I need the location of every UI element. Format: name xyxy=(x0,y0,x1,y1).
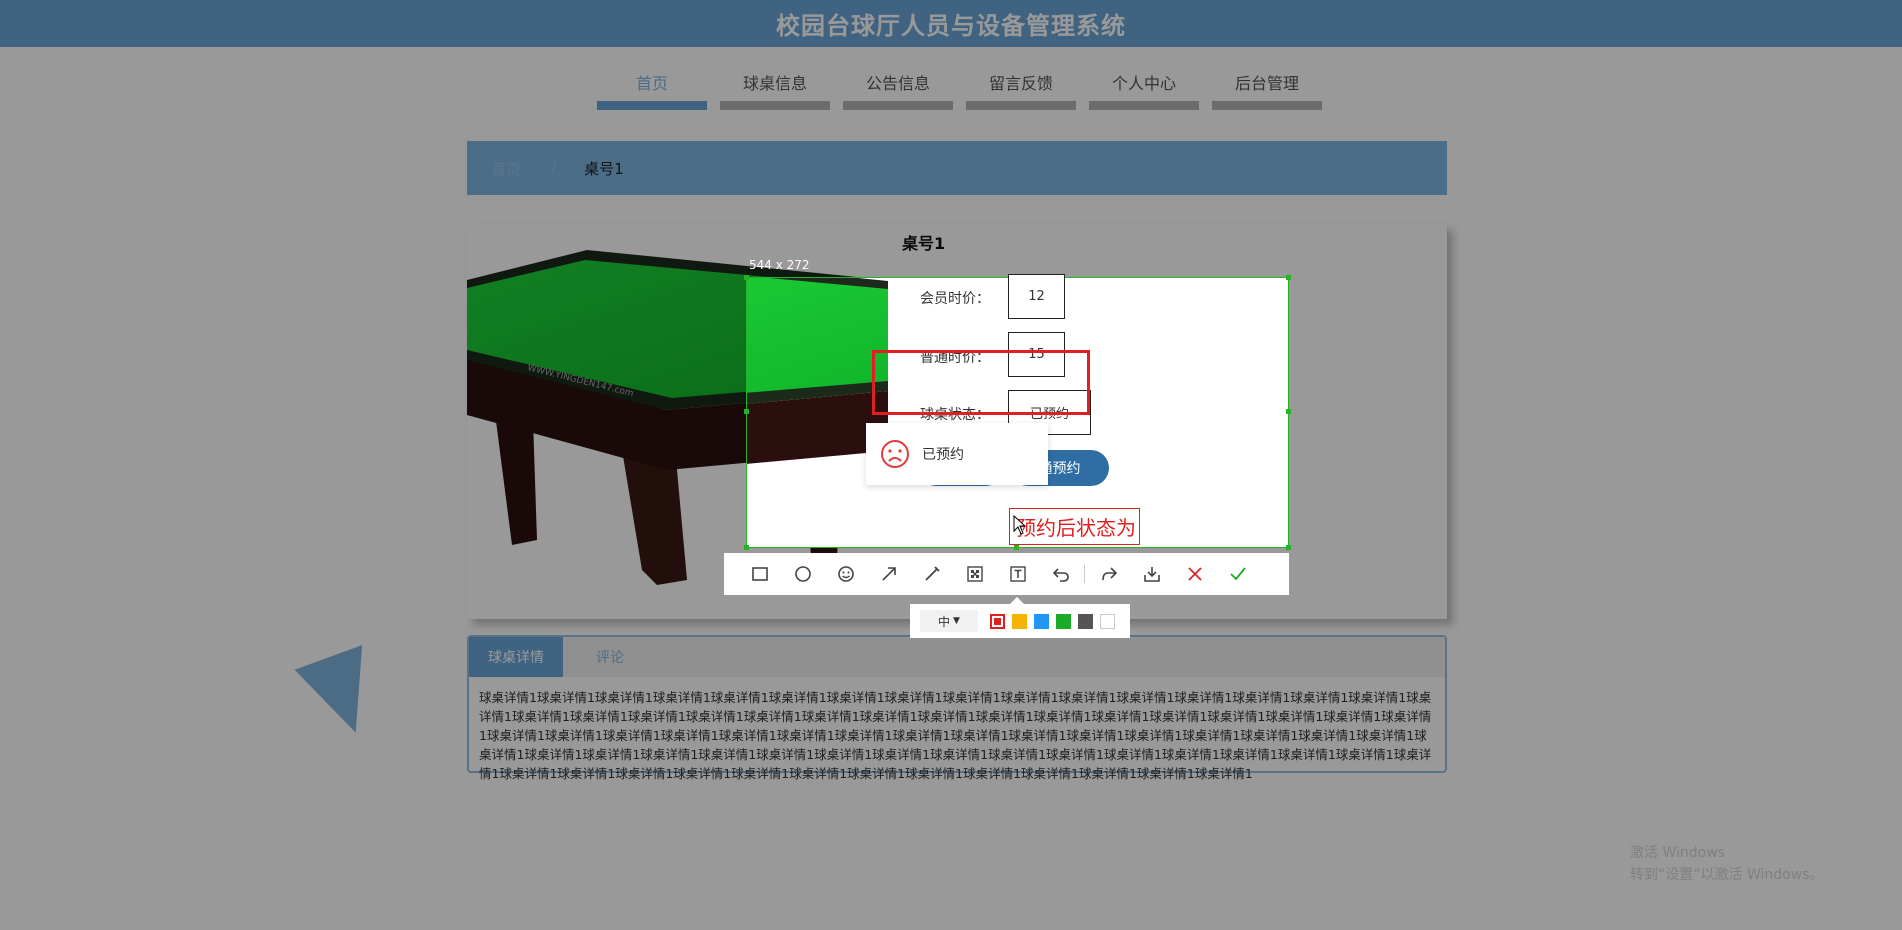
nav-item-admin[interactable]: 后台管理 xyxy=(1212,58,1322,110)
undo-icon xyxy=(1052,568,1069,582)
mouse-cursor-icon xyxy=(1013,515,1027,535)
pen-icon xyxy=(924,566,940,581)
rectangle-tool[interactable] xyxy=(738,553,781,595)
ellipse-tool[interactable] xyxy=(781,553,824,595)
confirm-tool[interactable] xyxy=(1216,553,1259,595)
capture-handle-tl[interactable] xyxy=(744,275,749,280)
details-text: 球桌详情1球桌详情1球桌详情1球桌详情1球桌详情1球桌详情1球桌详情1球桌详情1… xyxy=(479,690,1432,781)
font-size-select[interactable]: 中 ▼ xyxy=(920,610,978,632)
sad-face-icon xyxy=(881,440,909,468)
toolbar-separator xyxy=(1084,565,1085,583)
top-header: 校园台球厅人员与设备管理系统 xyxy=(0,0,1902,47)
tabs-bar: 球桌详情 评论 xyxy=(469,637,1445,677)
pool-table-image-captured xyxy=(747,278,888,464)
download-icon xyxy=(1143,567,1160,582)
color-swatch-white[interactable] xyxy=(1100,613,1115,629)
details-tabs: 球桌详情 评论 球桌详情1球桌详情1球桌详情1球桌详情1球桌详情1球桌详情1球桌… xyxy=(467,635,1447,781)
share-tool[interactable] xyxy=(1087,553,1130,595)
mosaic-icon xyxy=(966,566,983,582)
emoji-tool[interactable] xyxy=(824,553,867,595)
smiley-icon xyxy=(837,566,854,582)
color-swatch-red[interactable] xyxy=(990,613,1005,629)
circle-icon xyxy=(794,566,811,582)
watermark-line-2: 转到“设置”以激活 Windows。 xyxy=(1630,867,1824,883)
tab-details[interactable]: 球桌详情 xyxy=(469,637,563,677)
main-nav: 首页 球桌信息 公告信息 留言反馈 个人中心 后台管理 xyxy=(597,58,1322,110)
color-swatch-blue[interactable] xyxy=(1034,613,1049,629)
color-swatch-green[interactable] xyxy=(1056,613,1071,629)
nav-item-tables[interactable]: 球桌信息 xyxy=(720,58,830,110)
capture-handle-tr[interactable] xyxy=(1286,275,1291,280)
member-price-label: 会员时价： xyxy=(920,291,990,307)
capture-handle-bl[interactable] xyxy=(744,545,749,550)
annotation-rectangle[interactable] xyxy=(872,350,1090,415)
status-toast: 已预约 xyxy=(866,423,1048,485)
breadcrumb-home[interactable]: 首页 xyxy=(491,158,521,179)
check-icon xyxy=(1229,567,1246,581)
color-swatch-yellow[interactable] xyxy=(1012,613,1027,629)
mosaic-tool[interactable] xyxy=(953,553,996,595)
toast-text: 已预约 xyxy=(922,447,964,463)
arrow-icon xyxy=(881,567,896,581)
arrow-tool[interactable] xyxy=(867,553,910,595)
breadcrumb-separator: / xyxy=(551,159,557,177)
text-icon xyxy=(1009,566,1026,582)
nav-item-profile[interactable]: 个人中心 xyxy=(1089,58,1199,110)
capture-handle-l[interactable] xyxy=(744,409,749,414)
detail-title: 桌号1 xyxy=(902,234,946,253)
color-swatch-gray[interactable] xyxy=(1078,613,1093,629)
breadcrumb: 首页 / 桌号1 xyxy=(467,141,1447,195)
decorative-triangle xyxy=(294,645,390,745)
font-size-value: 中 xyxy=(938,614,951,629)
pen-tool[interactable] xyxy=(910,553,953,595)
watermark-line-1: 激活 Windows xyxy=(1630,845,1725,861)
capture-handle-b[interactable] xyxy=(1014,545,1019,550)
chevron-down-icon: ▼ xyxy=(953,616,960,626)
rectangle-icon xyxy=(751,567,768,581)
capture-size-label: 544 x 272 xyxy=(749,258,810,272)
nav-item-notices[interactable]: 公告信息 xyxy=(843,58,953,110)
site-title: 校园台球厅人员与设备管理系统 xyxy=(776,12,1126,40)
breadcrumb-current: 桌号1 xyxy=(584,159,624,178)
nav-item-feedback[interactable]: 留言反馈 xyxy=(966,58,1076,110)
save-tool[interactable] xyxy=(1130,553,1173,595)
close-icon xyxy=(1187,567,1202,581)
undo-tool[interactable] xyxy=(1039,553,1082,595)
annotation-text[interactable]: 预约后状态为 xyxy=(1009,508,1140,545)
annotation-style-panel: 中 ▼ xyxy=(910,597,1130,638)
capture-handle-r[interactable] xyxy=(1286,409,1291,414)
text-tool[interactable] xyxy=(996,553,1039,595)
screenshot-toolbar xyxy=(724,553,1289,595)
tab-comments[interactable]: 评论 xyxy=(563,637,657,677)
member-price-value: 12 xyxy=(1008,274,1065,319)
share-icon xyxy=(1101,567,1117,581)
windows-watermark: 激活 Windows 转到“设置”以激活 Windows。 xyxy=(1630,842,1823,886)
nav-item-home[interactable]: 首页 xyxy=(597,58,707,110)
capture-handle-br[interactable] xyxy=(1286,545,1291,550)
cancel-tool[interactable] xyxy=(1173,553,1216,595)
